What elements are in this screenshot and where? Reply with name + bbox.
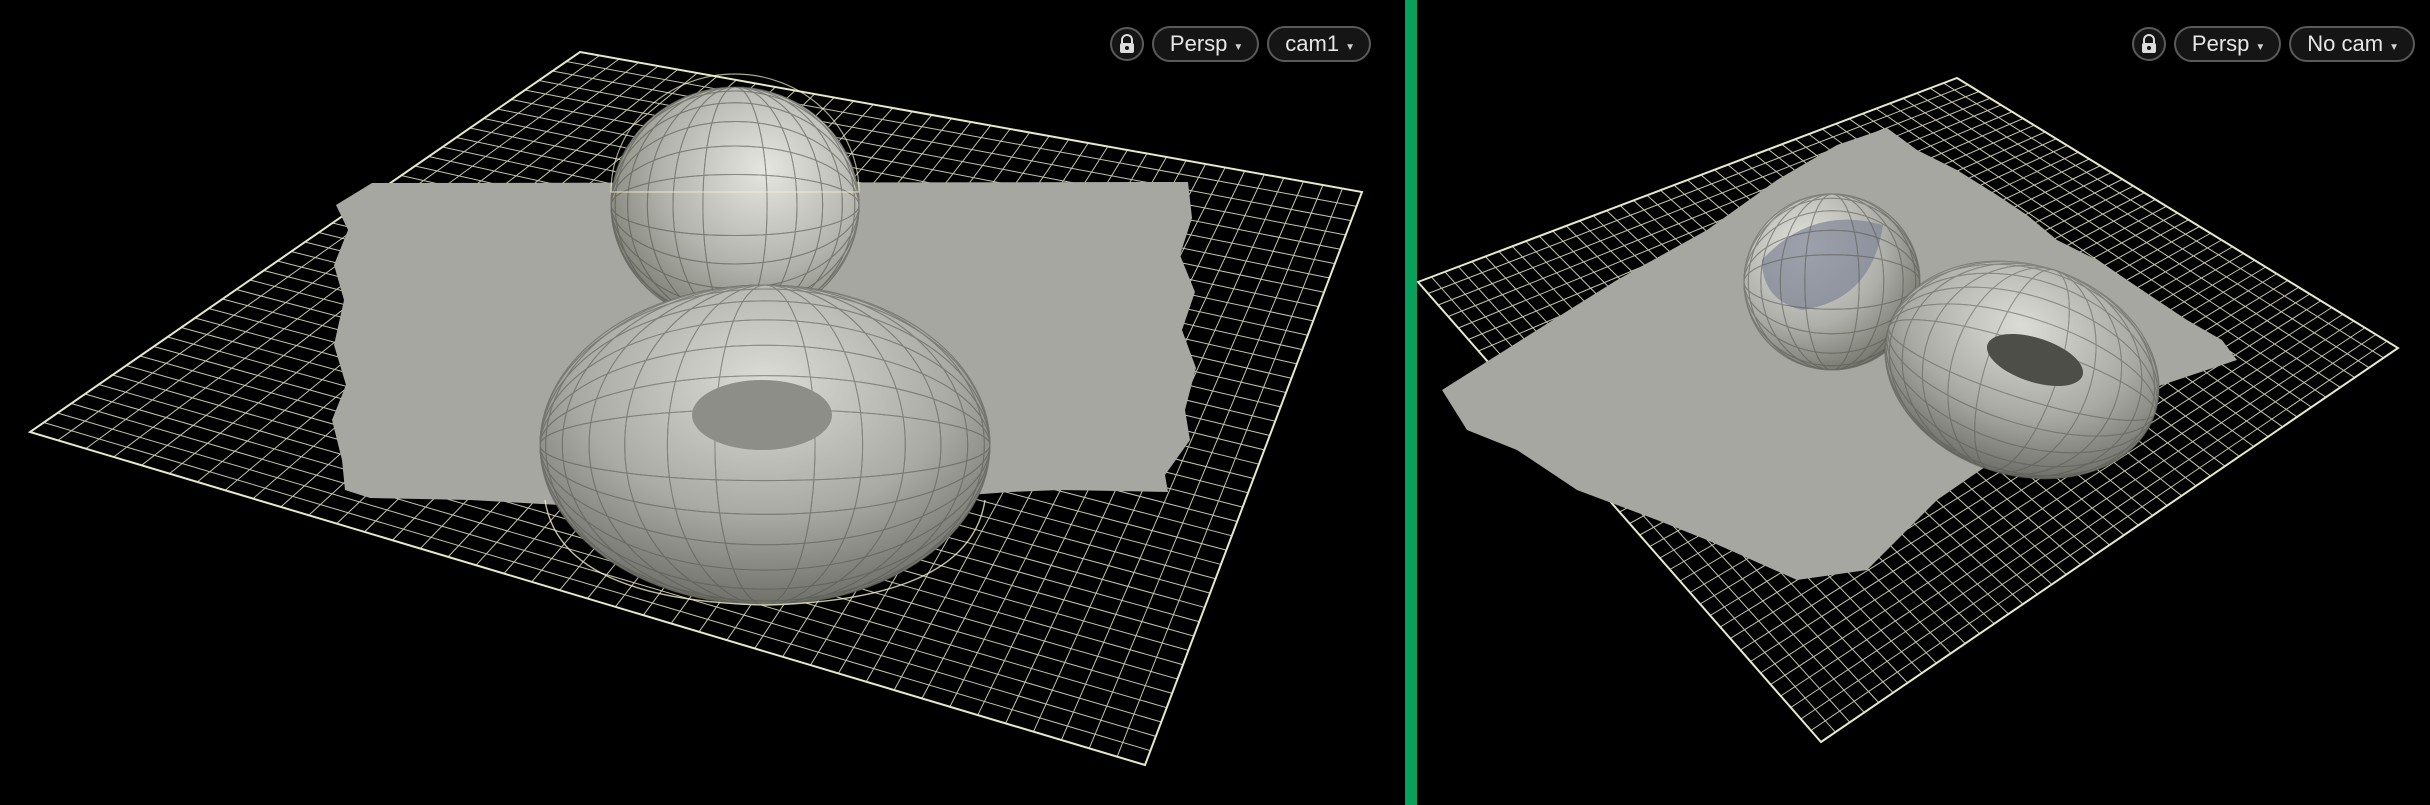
caret-down-icon: ▼ bbox=[2389, 41, 2399, 53]
viewport-right[interactable]: Persp ▼ No cam ▼ bbox=[1417, 0, 2430, 805]
camera-dropdown[interactable]: cam1 ▼ bbox=[1267, 26, 1371, 62]
camera-label: cam1 bbox=[1285, 31, 1340, 56]
projection-label: Persp bbox=[2191, 31, 2250, 56]
lock-icon[interactable] bbox=[1109, 27, 1144, 61]
torus-mesh bbox=[539, 284, 991, 606]
camera-label: No cam bbox=[2307, 31, 2384, 56]
caret-down-icon: ▼ bbox=[1345, 41, 1355, 53]
scene-right[interactable] bbox=[1417, 0, 2430, 805]
lock-icon[interactable] bbox=[2131, 27, 2166, 61]
camera-dropdown[interactable]: No cam ▼ bbox=[2289, 26, 2415, 62]
sphere-mesh bbox=[610, 73, 860, 324]
viewport-left[interactable]: Persp ▼ cam1 ▼ bbox=[0, 0, 1405, 805]
viewport-toolbar-right: Persp ▼ No cam ▼ bbox=[2131, 26, 2415, 62]
projection-label: Persp bbox=[1169, 31, 1228, 56]
viewport-divider[interactable] bbox=[1405, 0, 1417, 805]
projection-dropdown[interactable]: Persp ▼ bbox=[2173, 26, 2282, 62]
caret-down-icon: ▼ bbox=[2255, 41, 2266, 53]
viewport-toolbar-left: Persp ▼ cam1 ▼ bbox=[1109, 26, 1371, 62]
caret-down-icon: ▼ bbox=[1233, 41, 1244, 53]
scene-left[interactable] bbox=[0, 0, 1405, 805]
projection-dropdown[interactable]: Persp ▼ bbox=[1151, 26, 1260, 62]
